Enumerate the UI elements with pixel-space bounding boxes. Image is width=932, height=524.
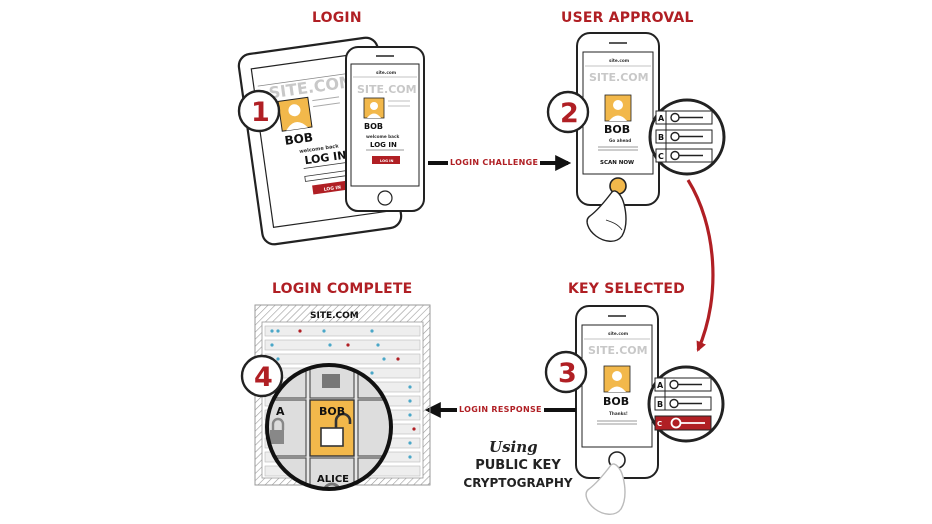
login-challenge-label: LOGIN CHALLENGE [448, 158, 541, 167]
phone-3-url: site.com [608, 331, 629, 336]
caption-using: Using [489, 438, 538, 456]
phone-2-scan-now: SCAN NOW [600, 160, 634, 166]
phone-2-user-name: BOB [604, 123, 630, 136]
key-3-label-a: A [657, 381, 664, 390]
lock-user-partial-left: A [276, 405, 285, 418]
step-3-number: 3 [558, 358, 577, 389]
caption-cryptography: CRYPTOGRAPHY [463, 476, 573, 490]
phone-1-login-heading: LOG IN [370, 141, 397, 149]
phone-2-url: site.com [609, 58, 630, 63]
approval-to-key-arrow [686, 179, 715, 352]
key-2-label-b: B [658, 133, 664, 142]
phone-1-user-name: BOB [364, 122, 383, 131]
phone-1-welcome: welcome back [366, 134, 399, 139]
login-response-label: LOGIN RESPONSE [457, 405, 544, 414]
key-3-label-b: B [657, 400, 663, 409]
phone-3-user-name: BOB [603, 395, 629, 408]
step-1-number: 1 [251, 97, 270, 128]
lock-user-bob: BOB [319, 405, 345, 418]
phone-3-site-title: SITE.COM [588, 344, 648, 357]
caption-public-key: PUBLIC KEY [475, 458, 561, 473]
server-site-title: SITE.COM [310, 311, 359, 321]
diagram-svg: SITE.COM BOB welcome back LOG IN LOG IN … [237, 32, 726, 515]
phone-1-login-button[interactable]: LOG IN [380, 159, 393, 163]
phone-1-url: site.com [376, 70, 397, 75]
phone-2-go-ahead: Go ahead [609, 138, 631, 143]
step-4-number: 4 [254, 362, 273, 393]
step-2-number: 2 [560, 98, 579, 129]
lock-user-alice: ALICE [317, 474, 349, 485]
phone-3-thanks: Thanks! [609, 411, 628, 416]
phone-2-site-title: SITE.COM [589, 71, 649, 84]
key-2-label-a: A [658, 114, 665, 123]
diagram-canvas: LOGIN USER APPROVAL KEY SELECTED LOGIN C… [0, 0, 932, 524]
key-3-label-c: C [657, 420, 662, 428]
key-2-label-c: C [658, 152, 664, 161]
phone-1-site-title: SITE.COM [357, 83, 417, 96]
